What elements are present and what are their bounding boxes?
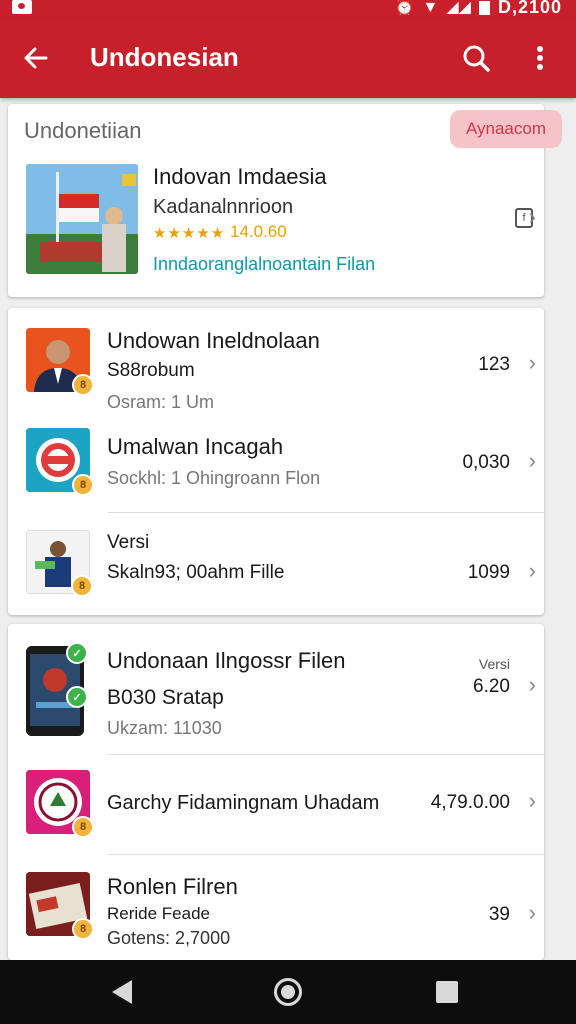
item-value: 4,79.0.00 [430, 792, 510, 813]
coin-badge-icon: 8 [71, 575, 93, 597]
nav-recents-icon[interactable] [436, 981, 458, 1003]
check-badge-icon: ✓ [66, 686, 88, 708]
featured-link[interactable]: Inndaoranglalnoantain Filan [153, 254, 375, 275]
item-title: Umalwan Incagah [107, 434, 284, 459]
item-title: Versi [107, 532, 150, 553]
coin-badge-icon: 8 [72, 816, 94, 838]
item-meta: Ukzam: 11030 [107, 718, 222, 738]
arrow-left-icon [24, 47, 48, 69]
item-subtitle: S88robum [107, 360, 195, 381]
featured-card[interactable]: Undonetiian Aynaacom Indovan Imdaesia Ka… [8, 104, 562, 297]
item-thumbnail: 8 [26, 770, 94, 838]
featured-subtitle: Kadanalnnrioon [153, 196, 294, 218]
more-vertical-icon [537, 46, 543, 70]
list-item[interactable]: 8 Garchy Fidamingnam Uhadam 4,79.0.00 › [8, 756, 544, 852]
featured-title: Indovan Imdaesia [153, 164, 327, 189]
item-title: Garchy Fidamingnam Uhadam [107, 792, 380, 814]
star-rating-icon: ★★★★★ [153, 225, 226, 242]
list-card: ✓ ✓ Undonaan Ilngossr Filen B030 Sratap … [8, 624, 544, 960]
chevron-right-icon[interactable]: › [529, 558, 536, 584]
app-bar: Undonesian [0, 18, 576, 98]
divider [108, 754, 544, 755]
item-thumbnail: 8 [26, 328, 94, 396]
rating-value: 14.0.60 [230, 222, 287, 241]
coin-badge-icon: 8 [72, 474, 94, 496]
item-title: Undowan Ineldnolaan [107, 328, 320, 353]
category-badge[interactable]: Aynaacom [450, 110, 562, 148]
chevron-right-icon[interactable]: › [529, 900, 536, 926]
item-meta: Sockhl: 1 Ohingroann Flon [107, 468, 321, 488]
nav-home-icon[interactable] [274, 978, 302, 1006]
featured-thumbnail [26, 164, 138, 274]
signal-icon: ◢◢ [446, 0, 471, 16]
section-title: Undonetiian [24, 118, 142, 143]
item-value: 6.20 [473, 676, 510, 697]
item-value-label: Versi [478, 656, 510, 672]
wifi-icon: ▼ [422, 0, 439, 16]
check-badge-icon: ✓ [66, 642, 88, 664]
list-item[interactable]: 8 Undowan Ineldnolaan S88robum Osram: 1 … [8, 308, 544, 413]
chevron-right-icon[interactable]: › [529, 672, 536, 698]
item-meta: Gotens: 2,7000 [107, 928, 231, 948]
item-value: 1099 [467, 562, 510, 583]
item-subtitle: B030 Sratap [107, 686, 224, 709]
alarm-icon: ⏰ [394, 0, 415, 16]
nav-back-icon[interactable] [112, 980, 132, 1004]
list-item[interactable]: 8 Versi Skaln93; 00ahm Fille 1099 › [8, 514, 544, 614]
battery-icon [478, 0, 490, 15]
list-item[interactable]: ✓ ✓ Undonaan Ilngossr Filen B030 Sratap … [8, 624, 544, 752]
list-item[interactable]: 8 Ronlen Filren Reride Feade Gotens: 2,7… [8, 856, 544, 960]
chevron-right-icon[interactable]: › [529, 204, 536, 230]
status-bar: ⏰ ▼ ◢◢ D,2100 [0, 0, 576, 18]
chevron-right-icon[interactable]: › [529, 350, 536, 376]
item-thumbnail: 8 [26, 530, 93, 597]
item-value: 123 [478, 354, 510, 375]
divider [108, 512, 544, 513]
search-button[interactable] [456, 40, 496, 76]
coin-badge-icon: 8 [72, 918, 94, 940]
coin-badge-icon: 8 [72, 374, 94, 396]
item-thumbnail: ✓ ✓ [26, 642, 88, 736]
list-item[interactable]: 8 Umalwan Incagah Sockhl: 1 Ohingroann F… [8, 418, 544, 510]
notification-icon [12, 0, 32, 14]
list-card: 8 Undowan Ineldnolaan S88robum Osram: 1 … [8, 308, 544, 615]
item-value: 39 [488, 904, 510, 925]
item-subtitle: Reride Feade [107, 904, 211, 923]
more-options-button[interactable] [522, 40, 558, 76]
item-meta: Osram: 1 Um [107, 392, 215, 412]
chevron-right-icon[interactable]: › [529, 788, 536, 814]
back-button[interactable] [18, 40, 54, 76]
divider [108, 854, 544, 855]
item-subtitle: Skaln93; 00ahm Fille [107, 562, 285, 583]
system-nav-bar [0, 960, 576, 1024]
item-title: Undonaan Ilngossr Filen [107, 648, 346, 673]
item-thumbnail: 8 [26, 428, 94, 496]
item-value: 0,030 [462, 452, 510, 473]
search-icon [463, 45, 490, 72]
chevron-right-icon[interactable]: › [529, 448, 536, 474]
app-title: Undonesian [90, 42, 239, 72]
item-thumbnail: 8 [26, 872, 94, 940]
status-time: D,2100 [497, 0, 562, 17]
item-title: Ronlen Filren [107, 874, 238, 899]
